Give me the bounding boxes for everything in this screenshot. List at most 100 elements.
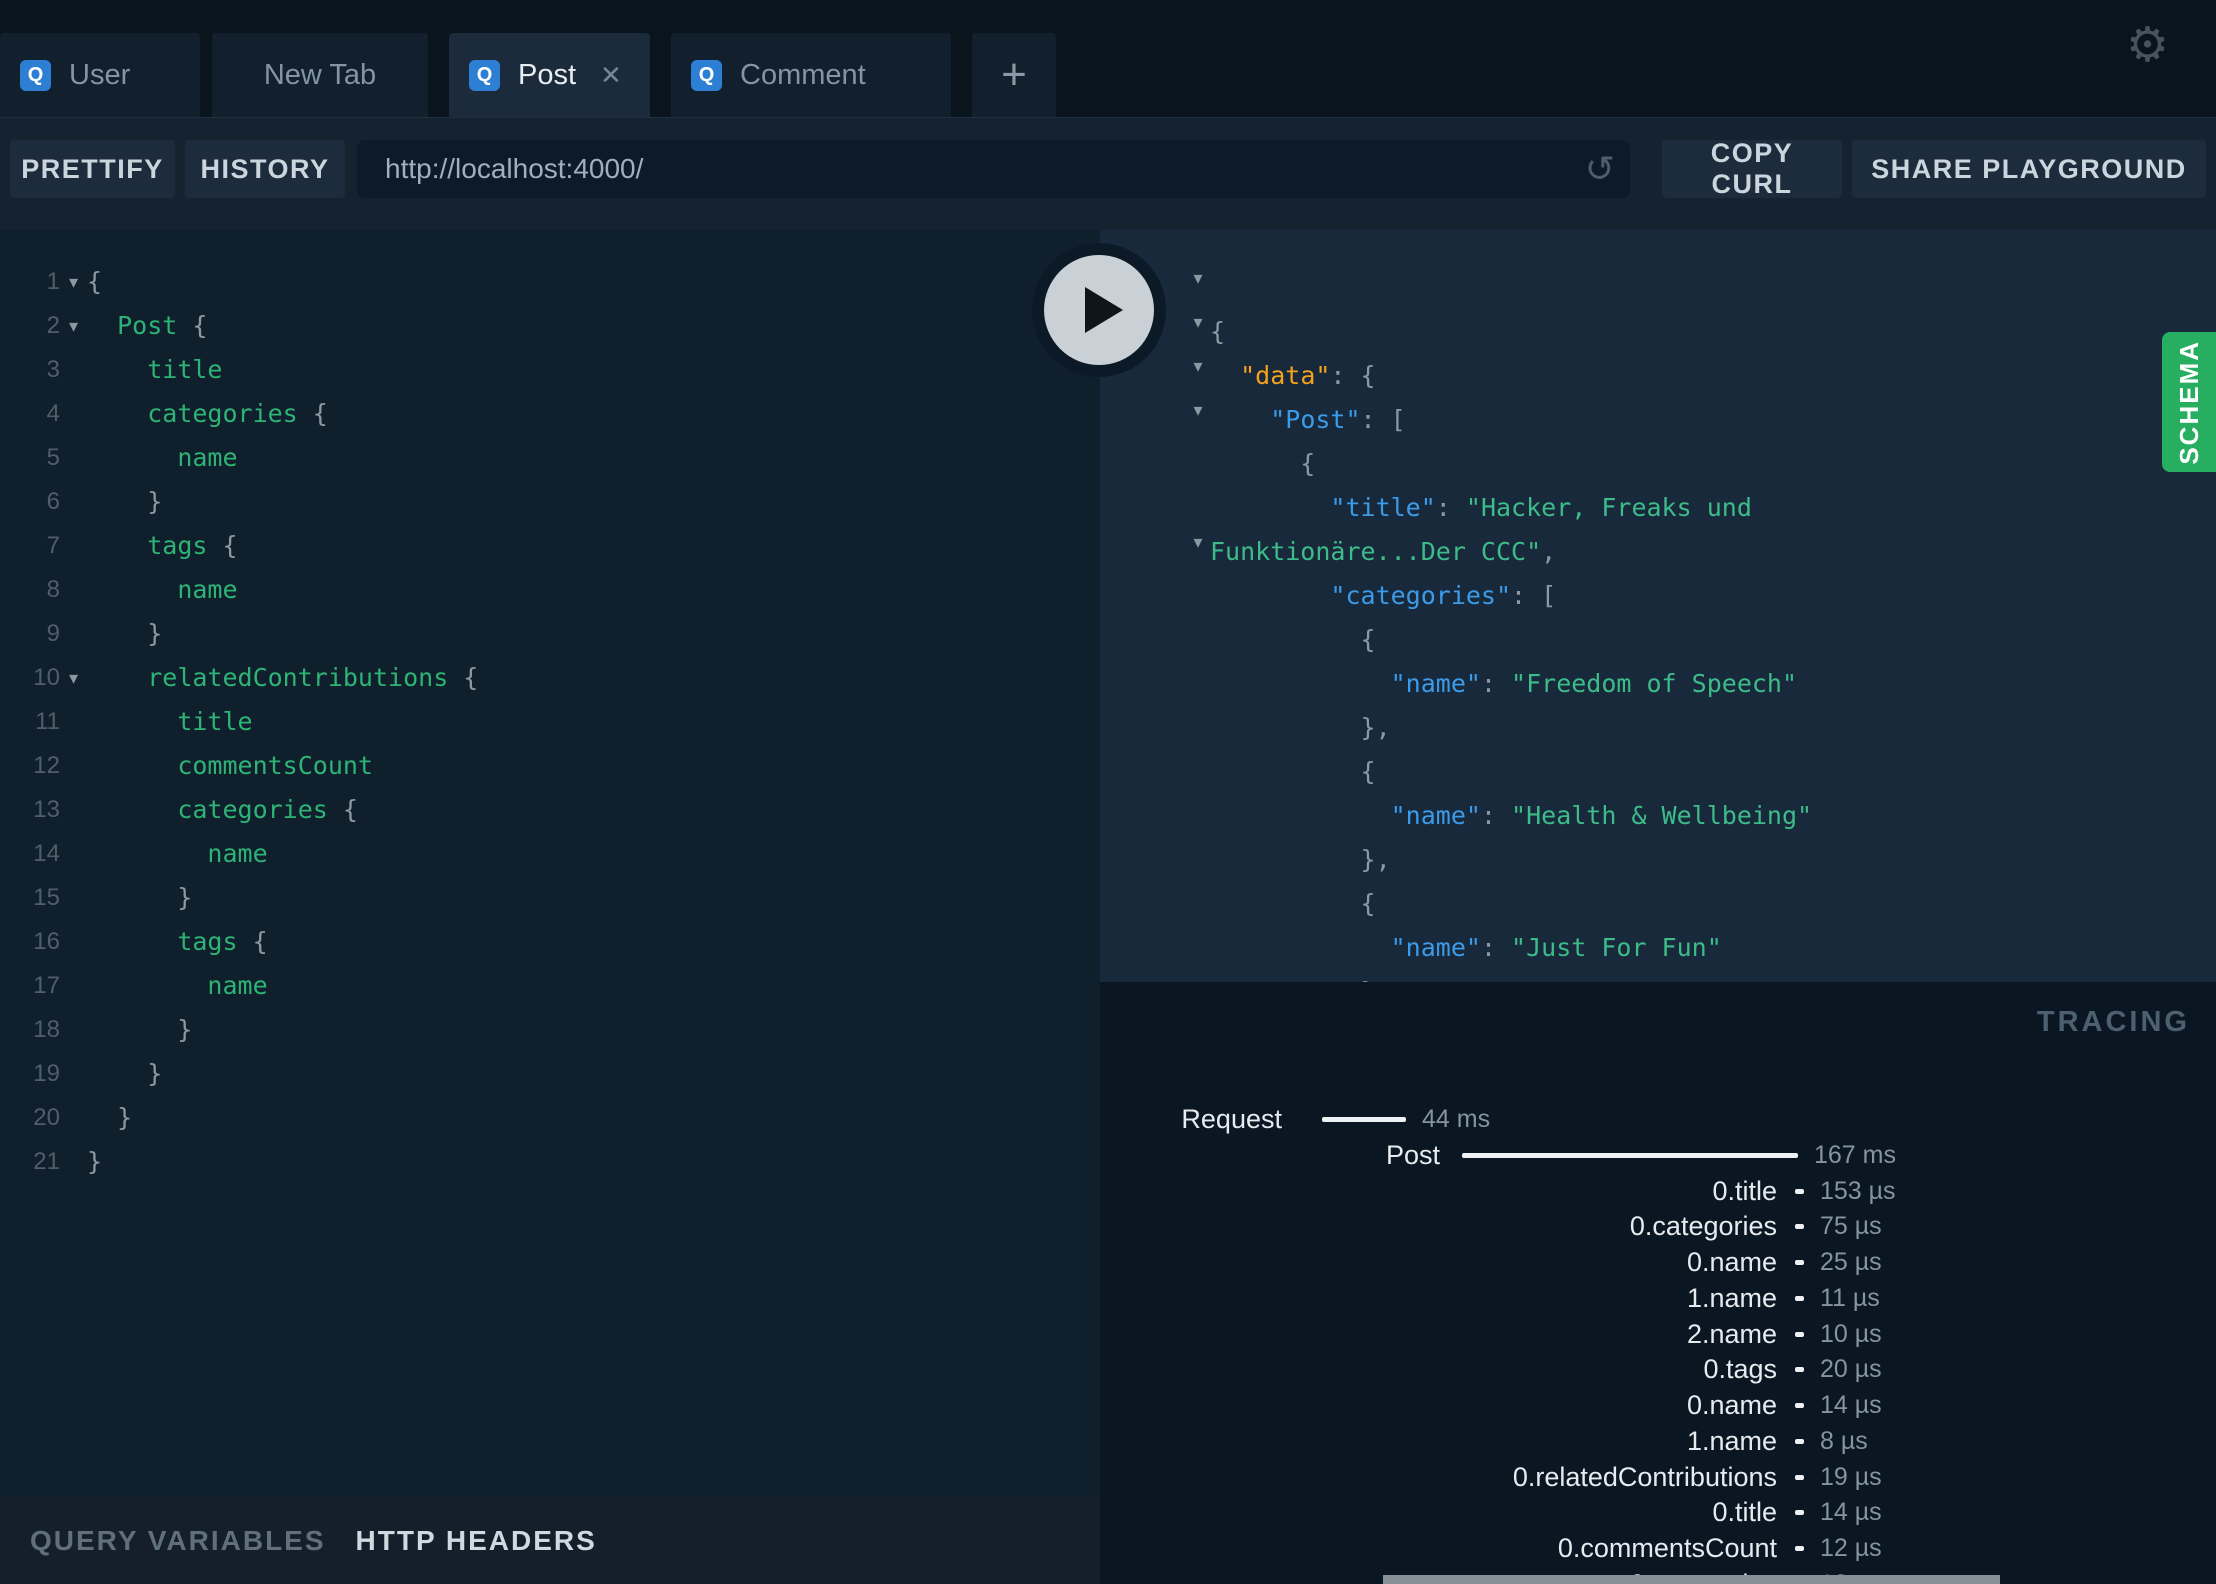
trace-duration-bar	[1795, 1260, 1804, 1265]
line-number: 18	[33, 1016, 60, 1043]
close-icon[interactable]: ✕	[600, 60, 622, 91]
schema-side-tab[interactable]: SCHEMA	[2162, 332, 2216, 472]
query-variables-tab[interactable]: QUERY VARIABLES	[30, 1525, 326, 1557]
trace-duration-bar	[1795, 1331, 1804, 1337]
response-line: }	[1100, 916, 2216, 982]
trace-row: 1.name 11 µs	[1100, 1281, 2216, 1317]
trace-duration-bar	[1462, 1152, 1798, 1158]
trace-duration-value: 25 µs	[1820, 1248, 1882, 1276]
editor-code: tags {	[147, 531, 238, 560]
trace-row: Post 167 ms	[1100, 1138, 2216, 1174]
graphql-playground-window: Q User New Tab Q Post ✕ Q Comment + ⚙ PR…	[0, 0, 2216, 1584]
tracing-panel: TRACING Request 44 ms Post 167 ms 0.titl…	[1100, 982, 2216, 1584]
trace-label: 0.title	[1712, 1175, 1777, 1206]
fold-arrow-icon[interactable]: ▾	[1184, 388, 1212, 432]
response-line: ▾ "Post": [	[1100, 344, 2216, 434]
new-tab-button[interactable]: +	[972, 33, 1056, 117]
fold-arrow-icon[interactable]: ▾	[1184, 344, 1212, 388]
query-editor[interactable]: 1 ▾ { 2 ▾ Post { 3 title 4 categories { …	[0, 230, 1100, 1497]
execute-query-button[interactable]	[1032, 243, 1166, 377]
trace-row: 0.title 153 µs	[1100, 1174, 2216, 1210]
fold-arrow-icon[interactable]: ▾	[1184, 256, 1212, 300]
prettify-button[interactable]: PRETTIFY	[10, 140, 175, 198]
line-number: 20	[33, 1104, 60, 1131]
line-number: 16	[33, 928, 60, 955]
trace-duration-bar	[1795, 1474, 1804, 1480]
line-number: 9	[46, 620, 60, 647]
editor-line: 20 }	[0, 1096, 1100, 1140]
trace-duration-bar	[1795, 1295, 1804, 1301]
share-playground-button[interactable]: SHARE PLAYGROUND	[1852, 140, 2206, 198]
fold-arrow-icon[interactable]: ▾	[60, 668, 87, 689]
query-badge-icon: Q	[469, 59, 500, 91]
tab-post[interactable]: Q Post ✕	[449, 33, 650, 117]
editor-code: name	[207, 839, 268, 868]
line-number: 13	[33, 796, 60, 823]
tab-bar: Q User New Tab Q Post ✕ Q Comment + ⚙	[0, 0, 2216, 117]
tab-user[interactable]: Q User	[0, 33, 200, 117]
trace-duration-bar	[1795, 1546, 1804, 1551]
trace-duration-value: 8 µs	[1820, 1426, 1868, 1455]
trace-row: 0.tags 20 µs	[1100, 1352, 2216, 1388]
editor-line: 7 tags {	[0, 524, 1100, 568]
editor-code: categories {	[147, 399, 328, 428]
line-number: 2	[46, 312, 60, 339]
editor-line: 1 ▾ {	[0, 260, 1100, 304]
history-button[interactable]: HISTORY	[185, 140, 345, 198]
response-line: ▾ {	[1100, 388, 2216, 478]
line-number: 3	[46, 356, 60, 383]
editor-code: tags {	[177, 927, 268, 956]
editor-code: }	[87, 1103, 133, 1132]
trace-row: 0.commentsCount 12 µs	[1100, 1531, 2216, 1567]
fold-arrow-icon[interactable]: ▾	[60, 272, 87, 293]
response-line: ▾ "data": {	[1100, 300, 2216, 390]
line-number: 12	[33, 752, 60, 779]
schema-tab-label: SCHEMA	[2173, 339, 2204, 465]
trace-duration-value: 10 µs	[1820, 1319, 1882, 1348]
line-number: 1	[46, 268, 60, 295]
editor-line: 19 }	[0, 1052, 1100, 1096]
editor-code: }	[87, 1059, 163, 1088]
tab-label: Post	[518, 58, 577, 91]
editor-code: name	[177, 443, 238, 472]
trace-label: 0.commentsCount	[1557, 1533, 1777, 1563]
editor-code: }	[87, 619, 163, 648]
tracing-title: TRACING	[2036, 1006, 2190, 1038]
horizontal-scrollbar-thumb[interactable]	[1383, 1575, 2000, 1584]
response-line: "title": "Hacker, Freaks und	[1100, 432, 2216, 522]
line-number: 17	[33, 972, 60, 999]
trace-duration-value: 20 µs	[1820, 1355, 1882, 1384]
fold-arrow-icon[interactable]: ▾	[1184, 300, 1212, 344]
trace-row: Request 44 ms	[1100, 1102, 2216, 1138]
endpoint-url-input[interactable]	[357, 153, 1570, 185]
fold-arrow-icon[interactable]: ▾	[1184, 520, 1212, 564]
trace-row: 0.name 25 µs	[1100, 1245, 2216, 1281]
line-number: 10	[33, 664, 60, 691]
fold-arrow-icon[interactable]: ▾	[60, 316, 87, 337]
editor-code: relatedContributions {	[147, 663, 479, 692]
editor-code: }	[87, 1015, 193, 1044]
tab-label: New Tab	[263, 58, 377, 91]
line-number: 4	[46, 400, 60, 427]
trace-duration-value: 19 µs	[1820, 1462, 1882, 1491]
tab-comment[interactable]: Q Comment	[671, 33, 951, 117]
http-headers-tab[interactable]: HTTP HEADERS	[356, 1525, 597, 1557]
play-button-circle	[1044, 255, 1154, 365]
copy-curl-button[interactable]: COPY CURL	[1662, 138, 1842, 199]
trace-duration-value: 75 µs	[1820, 1212, 1882, 1241]
trace-rows: Request 44 ms Post 167 ms 0.title 153 µs…	[1100, 1102, 2216, 1584]
trace-duration-value: 14 µs	[1820, 1391, 1882, 1419]
response-viewer[interactable]: ▾ { ▾ "data": { ▾ "Post": [ ▾ { "title":…	[1100, 230, 2216, 982]
settings-gear-icon[interactable]: ⚙	[2126, 22, 2169, 70]
reload-icon[interactable]: ↺	[1570, 148, 1630, 190]
line-number: 15	[33, 884, 60, 911]
tab-new-tab[interactable]: New Tab	[212, 33, 428, 117]
response-line: },	[1100, 652, 2216, 742]
editor-line: 18 }	[0, 1008, 1100, 1052]
play-icon	[1085, 287, 1123, 333]
editor-line: 4 categories {	[0, 392, 1100, 436]
tab-label: User	[69, 58, 131, 91]
response-line: ]	[1100, 960, 2216, 982]
trace-label: 0.tags	[1703, 1354, 1777, 1385]
editor-line: 17 name	[0, 964, 1100, 1008]
